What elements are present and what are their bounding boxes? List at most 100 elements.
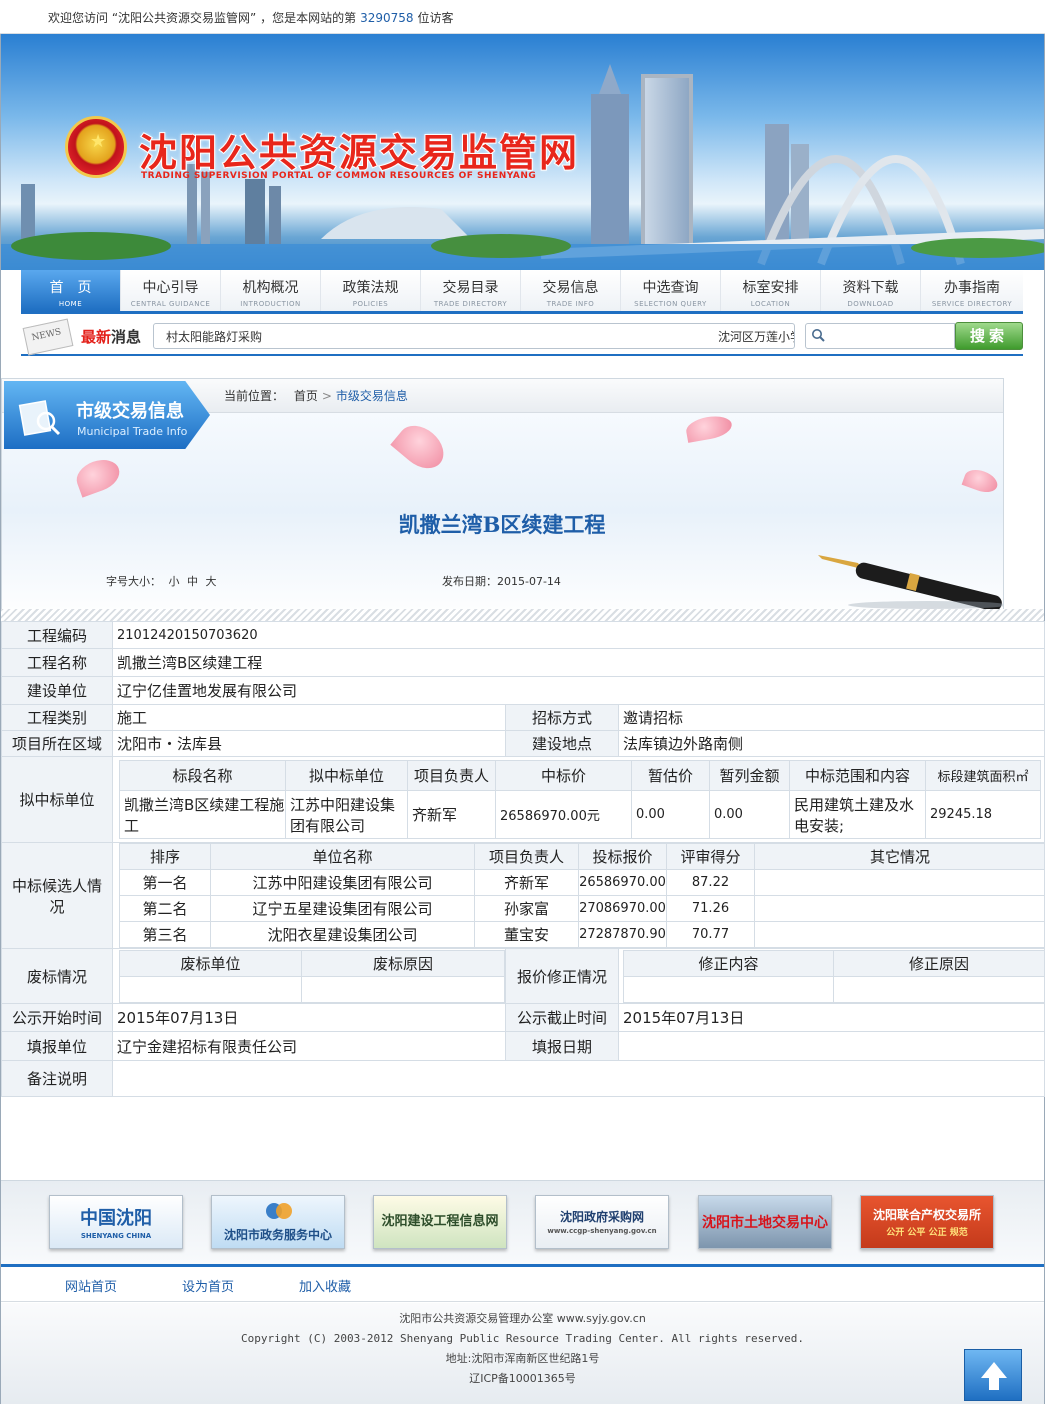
candidate-bid: 27287870.90 <box>578 921 667 948</box>
winner-header: 标段名称 <box>119 760 286 791</box>
publish-date: 发布日期：2015-07-14 <box>442 573 561 589</box>
nav-label: 交易信息 <box>542 280 599 296</box>
article-title: 凯撒兰湾B区续建工程 <box>398 512 606 537</box>
winner-header: 暂估价 <box>631 760 710 791</box>
nav-location[interactable]: 标室安排 LOCATION <box>721 270 821 311</box>
news-ticker-item[interactable]: 村太阳能路灯采购 <box>166 328 262 345</box>
footer-address: 地址:沈阳市浑南新区世纪路1号 <box>445 1352 600 1365</box>
service-center-logo-icon <box>266 1203 292 1219</box>
price-fix-header: 修正原因 <box>833 949 1045 977</box>
article-header: 市级交易信息 Municipal Trade Info 当前位置： 首页 > 市级交… <box>1 378 1004 620</box>
project-code-value: 21012420150703620 <box>111 621 1045 649</box>
breadcrumb-home-link[interactable]: 首页 <box>294 389 318 403</box>
nav-service-directory[interactable]: 办事指南 SERVICE DIRECTORY <box>921 270 1023 311</box>
search-input[interactable] <box>805 323 955 349</box>
latest-news-label-hot: 最新 <box>81 328 112 346</box>
main-nav: 首 页 HOME 中心引导 CENTRAL GUIDANCE 机构概况 INTRODU… <box>21 270 1023 314</box>
notice-start-value: 2015年07月13日 <box>112 1003 506 1032</box>
nav-policies[interactable]: 政策法规 POLICIES <box>321 270 421 311</box>
partner-sublabel: www.ccgp-shenyang.gov.cn <box>547 1227 657 1235</box>
back-to-top-button[interactable] <box>964 1349 1022 1401</box>
bottom-nav-set-homepage[interactable]: 设为首页 <box>182 1276 234 1295</box>
breadcrumb-separator: > <box>321 389 332 403</box>
font-size-small[interactable]: 小 <box>169 575 180 588</box>
partner-link-government-service[interactable]: 沈阳市政务服务中心 <box>211 1195 345 1249</box>
candidate-other <box>754 869 1045 896</box>
price-fix-cell <box>833 975 1045 1003</box>
category-label: 工程类别 <box>1 704 113 731</box>
news-ticker-item[interactable]: 沈河区万莲小学 <box>718 328 794 345</box>
partner-label: 沈阳市政务服务中心 <box>223 1228 332 1242</box>
winner-header: 中标价 <box>495 760 632 791</box>
candidate-company: 沈阳衣星建设集团公司 <box>210 921 475 948</box>
partner-link-china-shenyang[interactable]: 中国沈阳 SHENYANG CHINA <box>49 1195 183 1249</box>
partner-link-property-exchange[interactable]: 沈阳联合产权交易所 公开 公平 公正 规范 <box>860 1195 994 1249</box>
winner-cell: 26586970.00元 <box>495 790 632 839</box>
nav-introduction[interactable]: 机构概况 INTRODUCTION <box>221 270 321 311</box>
void-cell <box>301 975 505 1003</box>
candidate-header: 排序 <box>119 843 211 870</box>
visit-count: 3290758 <box>360 11 414 25</box>
candidate-score: 71.26 <box>666 895 755 922</box>
nav-label: 中心引导 <box>142 280 199 296</box>
partner-link-construction-info[interactable]: 沈阳建设工程信息网 <box>373 1195 507 1249</box>
candidate-header: 单位名称 <box>210 843 475 870</box>
nav-central-guidance[interactable]: 中心引导 CENTRAL GUIDANCE <box>121 270 221 311</box>
file-date-value <box>617 1031 1045 1061</box>
winner-cell: 江苏中阳建设集团有限公司 <box>285 790 408 839</box>
partner-label: 中国沈阳 <box>80 1208 152 1229</box>
candidate-other <box>754 921 1045 948</box>
partner-label: 沈阳建设工程信息网 <box>381 1214 499 1229</box>
newspaper-icon: NEWS <box>22 318 74 356</box>
font-size-large[interactable]: 大 <box>206 575 217 588</box>
candidate-manager: 齐新军 <box>474 869 579 896</box>
nav-trade-directory[interactable]: 交易目录 TRADE DIRECTORY <box>421 270 521 311</box>
candidate-header: 评审得分 <box>666 843 755 870</box>
project-name-value: 凯撒兰湾B区续建工程 <box>111 648 1045 677</box>
candidates-table: 排序 单位名称 项目负责人 投标报价 评审得分 其它情况 第一名 江苏中阳建设集… <box>119 843 1045 948</box>
font-size-medium[interactable]: 中 <box>187 575 198 588</box>
candidate-manager: 董宝安 <box>474 921 579 948</box>
bottom-nav-home[interactable]: 网站首页 <box>65 1276 117 1295</box>
breadcrumb-prefix: 当前位置： <box>224 389 285 403</box>
winner-cell: 民用建筑土建及水电安装; <box>789 790 926 839</box>
partner-link-land-trading[interactable]: 沈阳市土地交易中心 <box>698 1195 832 1249</box>
candidate-row: 第三名 沈阳衣星建设集团公司 董宝安 27287870.90 70.77 <box>119 921 1045 948</box>
news-ticker: 村太阳能路灯采购 沈河区万莲小学 <box>153 323 795 349</box>
notice-end-value: 2015年07月13日 <box>617 1003 1045 1032</box>
nav-home[interactable]: 首 页 HOME <box>21 270 121 311</box>
petal-decoration <box>72 454 124 498</box>
candidate-bid: 26586970.00 <box>578 869 667 896</box>
void-label: 废标情况 <box>1 948 113 1004</box>
notice-end-label: 公示截止时间 <box>505 1003 619 1032</box>
nav-sublabel: DOWNLOAD <box>847 300 894 308</box>
candidate-header: 项目负责人 <box>474 843 579 870</box>
latest-news-label: 最新消息 <box>81 326 141 347</box>
partner-link-gov-procurement[interactable]: 沈阳政府采购网 www.ccgp-shenyang.gov.cn <box>535 1195 669 1249</box>
notice-start-label: 公示开始时间 <box>1 1003 113 1032</box>
bid-method-label: 招标方式 <box>505 704 619 731</box>
winner-table: 标段名称 拟中标单位 项目负责人 中标价 暂估价 暂列金额 中标范围和内容 标段… <box>119 760 1041 839</box>
candidate-company: 江苏中阳建设集团有限公司 <box>210 869 475 896</box>
winner-cell: 齐新军 <box>407 790 496 839</box>
site-title: 沈阳公共资源交易监管网 <box>138 129 580 176</box>
petal-decoration <box>684 413 734 443</box>
winner-header: 标段建筑面积㎡ <box>925 760 1041 791</box>
nav-label: 交易目录 <box>442 280 499 296</box>
nav-sublabel: TRADE DIRECTORY <box>433 300 508 308</box>
nav-download[interactable]: 资料下载 DOWNLOAD <box>821 270 921 311</box>
bottom-nav: 网站首页 设为首页 加入收藏 <box>1 1264 1044 1302</box>
candidate-rank: 第二名 <box>119 895 211 922</box>
builder-value: 辽宁亿佳置地发展有限公司 <box>111 676 1045 705</box>
void-cell <box>119 975 302 1003</box>
bottom-nav-bookmark[interactable]: 加入收藏 <box>299 1276 351 1295</box>
nav-selection-query[interactable]: 中选查询 SELECTION QUERY <box>621 270 721 311</box>
winner-cell: 0.00 <box>631 790 710 839</box>
void-table: 废标单位 废标原因 <box>119 949 505 1003</box>
breadcrumb-current[interactable]: 市级交易信息 <box>336 389 408 403</box>
nav-sublabel: SERVICE DIRECTORY <box>931 300 1013 308</box>
nav-trade-info[interactable]: 交易信息 TRADE INFO <box>521 270 621 311</box>
nav-sublabel: POLICIES <box>352 300 389 308</box>
region-value: 沈阳市・法库县 <box>112 730 506 757</box>
search-button[interactable]: 搜索 <box>955 322 1023 350</box>
